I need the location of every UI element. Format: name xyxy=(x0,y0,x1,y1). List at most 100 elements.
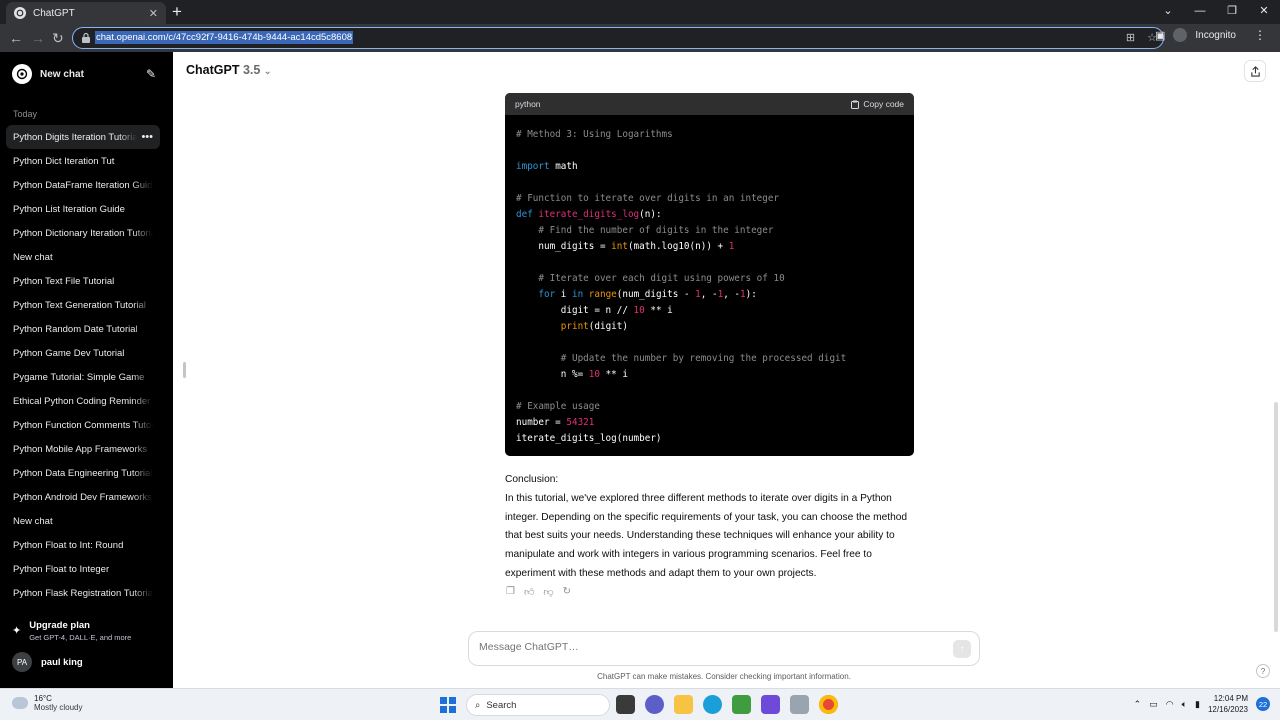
chevron-down-icon[interactable]: ⌄ xyxy=(1152,0,1184,24)
tab-close-icon[interactable]: ✕ xyxy=(149,7,158,20)
history-item[interactable]: Python Flask Registration Tutorial xyxy=(6,581,160,605)
new-chat-button[interactable]: New chat ✎ xyxy=(6,60,162,88)
excel-icon[interactable] xyxy=(732,695,751,714)
windows-taskbar: 16°C Mostly cloudy ⌕ Search ⌃ ▭ ◠ 🔈︎ ▮ 1… xyxy=(0,688,1280,720)
chrome-icon[interactable] xyxy=(819,695,838,714)
url-text[interactable]: chat.openai.com/c/47cc92f7-9416-474b-944… xyxy=(95,31,354,44)
user-menu-button[interactable]: PA paul king xyxy=(12,652,83,672)
code-line: # Function to iterate over digits in an … xyxy=(516,193,780,204)
history-item[interactable]: Python Game Dev Tutorial xyxy=(6,341,160,365)
forward-icon[interactable]: → xyxy=(31,28,45,48)
menu-icon[interactable]: ⋮ xyxy=(1254,28,1266,42)
taskbar-search-label: Search xyxy=(486,699,517,711)
history-item[interactable]: Python Dict Iteration Tut xyxy=(6,149,160,173)
incognito-label[interactable]: Incognito xyxy=(1195,30,1236,41)
code-line: n %= 10 ** i xyxy=(516,369,628,380)
side-panel-icon[interactable]: ▣ xyxy=(1155,29,1165,42)
qr-code-icon[interactable]: ⊞ xyxy=(1126,31,1135,44)
history-item[interactable]: Python Android Dev Frameworks xyxy=(6,485,160,509)
history-item[interactable]: Python Text File Tutorial xyxy=(6,269,160,293)
code-line: def iterate_digits_log(n): xyxy=(516,209,662,220)
new-tab-icon[interactable]: + xyxy=(172,2,182,22)
history-item[interactable]: Pygame Tutorial: Simple Game xyxy=(6,365,160,389)
code-line: iterate_digits_log(number) xyxy=(516,433,662,444)
volume-icon[interactable]: 🔈︎ xyxy=(1182,699,1187,710)
chevron-up-icon[interactable]: ⌃ xyxy=(1134,699,1142,710)
more-options-icon[interactable]: ••• xyxy=(141,131,153,143)
history-item[interactable]: Python Float to Int: Round xyxy=(6,533,160,557)
code-line: num_digits = int(math.log10(n)) + 1 xyxy=(516,241,735,252)
model-version: 3.5 xyxy=(242,63,261,77)
chat-history-list: Python Digits Iteration Tutorial ••• Pyth… xyxy=(6,125,160,605)
send-button[interactable]: ↑ xyxy=(953,640,971,658)
sparkle-icon: ✦ xyxy=(12,625,22,637)
site-info-icon[interactable] xyxy=(81,32,91,44)
weather-temp: 16°C xyxy=(34,694,52,703)
copy-code-button[interactable]: Copy code xyxy=(851,99,904,109)
history-item[interactable]: Python Function Comments Tutorial xyxy=(6,413,160,437)
code-line: import math xyxy=(516,161,578,172)
code-block-header: python Copy code xyxy=(505,93,914,115)
back-icon[interactable]: ← xyxy=(9,28,23,48)
network-icon[interactable]: ▭ xyxy=(1149,699,1158,710)
thumbs-down-icon[interactable]: 👎︎ xyxy=(543,586,553,598)
message-actions: ❐ 👍︎ 👎︎ ↻ xyxy=(506,586,571,598)
window-controls: ⌄ — ❐ ✕ xyxy=(1152,0,1280,24)
settings-app-icon[interactable] xyxy=(790,695,809,714)
history-item[interactable]: Ethical Python Coding Reminder xyxy=(6,389,160,413)
task-view-icon[interactable] xyxy=(616,695,635,714)
history-item[interactable]: Python Random Date Tutorial xyxy=(6,317,160,341)
user-name: paul king xyxy=(41,656,83,668)
scrollbar[interactable] xyxy=(1274,402,1278,632)
history-item[interactable]: New chat xyxy=(6,245,160,269)
code-line: number = 54321 xyxy=(516,417,595,428)
copy-code-label: Copy code xyxy=(863,99,904,109)
disclaimer-text: ChatGPT can make mistakes. Consider chec… xyxy=(597,672,851,681)
regenerate-icon[interactable]: ↻ xyxy=(563,586,571,598)
code-line: for i in range(num_digits - 1, -1, -1): xyxy=(538,289,757,300)
notification-badge[interactable]: 22 xyxy=(1256,697,1270,711)
history-item[interactable]: Python List Iteration Guide xyxy=(6,197,160,221)
tab-title: ChatGPT xyxy=(33,7,75,19)
omnibox[interactable]: chat.openai.com/c/47cc92f7-9416-474b-944… xyxy=(72,27,1164,49)
clock[interactable]: 12:04 PM 12/16/2023 xyxy=(1208,693,1248,715)
help-button[interactable]: ? xyxy=(1256,664,1270,678)
browser-tab-strip: ChatGPT ✕ + ⌄ — ❐ ✕ xyxy=(0,0,1280,24)
wifi-icon[interactable]: ◠ xyxy=(1166,699,1174,710)
vpn-icon[interactable] xyxy=(761,695,780,714)
restore-icon[interactable]: ❐ xyxy=(1216,0,1248,24)
model-selector[interactable]: ChatGPT 3.5 ⌄ xyxy=(186,63,271,77)
sidebar-collapse-handle[interactable] xyxy=(183,362,186,378)
history-item[interactable]: Python Data Engineering Tutorial xyxy=(6,461,160,485)
sidebar: New chat ✎ Today Python Digits Iteration… xyxy=(0,52,173,688)
upgrade-plan-button[interactable]: ✦ Upgrade plan Get GPT-4, DALL·E, and mo… xyxy=(12,620,164,642)
copy-icon[interactable]: ❐ xyxy=(506,586,515,598)
file-explorer-icon[interactable] xyxy=(674,695,693,714)
browser-tab[interactable]: ChatGPT ✕ xyxy=(6,2,166,24)
compose-icon[interactable]: ✎ xyxy=(146,67,156,81)
battery-icon[interactable]: ▮ xyxy=(1195,699,1200,710)
reload-icon[interactable]: ↻ xyxy=(52,28,64,48)
edge-icon[interactable] xyxy=(703,695,722,714)
chatgpt-favicon-icon xyxy=(14,7,26,19)
code-language-label: python xyxy=(515,99,541,109)
message-input[interactable] xyxy=(479,641,919,653)
history-item[interactable]: Python Digits Iteration Tutorial ••• xyxy=(6,125,160,149)
history-item[interactable]: New chat xyxy=(6,509,160,533)
history-item[interactable]: Python Mobile App Frameworks xyxy=(6,437,160,461)
incognito-icon xyxy=(1173,28,1188,42)
weather-widget[interactable]: 16°C Mostly cloudy xyxy=(12,694,82,712)
share-button[interactable] xyxy=(1244,60,1266,82)
windows-start-icon[interactable] xyxy=(440,697,456,713)
minimize-icon[interactable]: — xyxy=(1184,0,1216,24)
teams-chat-icon[interactable] xyxy=(645,695,664,714)
history-item[interactable]: Python Dictionary Iteration Tutorial xyxy=(6,221,160,245)
thumbs-up-icon[interactable]: 👍︎ xyxy=(524,586,534,598)
history-item[interactable]: Python Text Generation Tutorial xyxy=(6,293,160,317)
close-icon[interactable]: ✕ xyxy=(1248,0,1280,24)
taskbar-search[interactable]: ⌕ Search xyxy=(466,694,610,716)
history-item[interactable]: Python Float to Integer xyxy=(6,557,160,581)
conclusion-heading: Conclusion: xyxy=(505,474,559,485)
history-item[interactable]: Python DataFrame Iteration Guide xyxy=(6,173,160,197)
